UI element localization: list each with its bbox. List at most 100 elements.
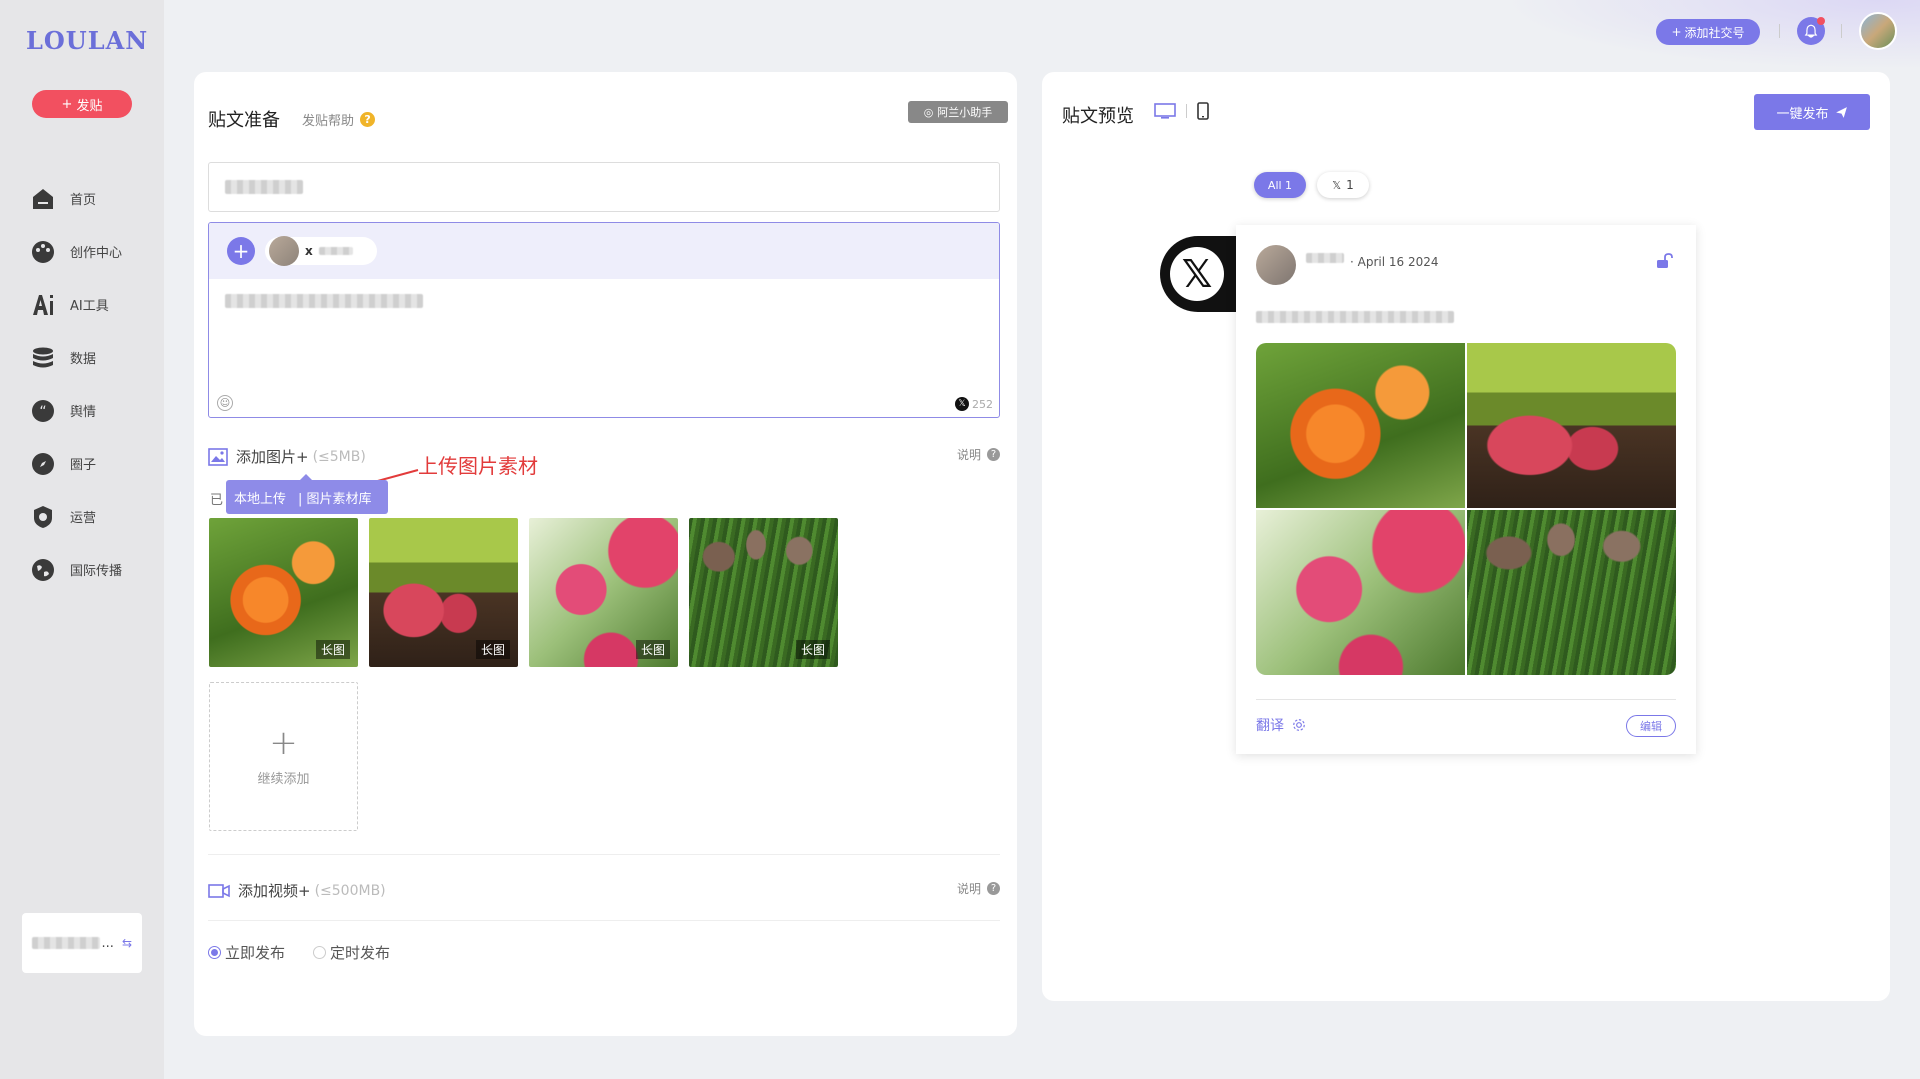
character-counter: 𝕏 252 xyxy=(955,397,993,411)
sidebar-item-label: 数据 xyxy=(70,352,97,367)
swap-icon[interactable]: ⇆ xyxy=(122,936,132,950)
preview-image-lily[interactable] xyxy=(1256,343,1465,508)
add-image-button[interactable]: 添加图片+ xyxy=(236,446,309,467)
plus-icon: + xyxy=(1671,25,1682,39)
database-icon xyxy=(30,345,56,371)
one-click-publish-button[interactable]: 一键发布 xyxy=(1754,94,1870,130)
add-account-button[interactable]: + xyxy=(227,237,255,265)
question-icon: ? xyxy=(987,448,1000,461)
sidebar-item-operations[interactable]: 运营 xyxy=(30,490,122,543)
add-more-label: 继续添加 xyxy=(257,772,310,787)
explain-label: 说明 xyxy=(956,882,981,896)
quote-icon: “ xyxy=(30,398,56,424)
send-icon xyxy=(1835,106,1847,118)
divider xyxy=(1186,104,1187,118)
image-thumbnail-carnation[interactable]: 长图 xyxy=(529,518,678,667)
notification-dot xyxy=(1817,17,1825,25)
sidebar-item-data[interactable]: 数据 xyxy=(30,331,122,384)
posting-help-link[interactable]: 发贴帮助 ? xyxy=(302,110,376,129)
selected-account-chip[interactable]: x xyxy=(265,236,377,266)
sidebar-item-international[interactable]: 国际传播 xyxy=(30,543,122,596)
local-upload-option[interactable]: 本地上传 xyxy=(234,488,286,507)
sidebar-item-label: 舆情 xyxy=(70,405,97,420)
post-editor[interactable]: + x ☺ 𝕏 252 xyxy=(208,222,1000,418)
long-image-badge: 长图 xyxy=(475,640,510,659)
preview-image-grid xyxy=(1256,343,1676,675)
mobile-view-icon[interactable] xyxy=(1197,102,1209,120)
compass-icon xyxy=(30,451,56,477)
plus-icon: + xyxy=(61,96,73,112)
scheduled-publish-label: 定时发布 xyxy=(330,944,391,962)
plus-icon: + xyxy=(269,723,298,763)
title-text-redacted xyxy=(225,180,303,194)
x-platform-icon: x xyxy=(305,244,313,258)
post-text-redacted xyxy=(1256,311,1454,323)
sidebar-item-circle[interactable]: 圈子 xyxy=(30,437,122,490)
publish-label: 一键发布 xyxy=(1776,106,1829,122)
notification-bell-icon[interactable] xyxy=(1797,17,1825,45)
divider xyxy=(208,854,1000,855)
panel-title: 贴文预览 xyxy=(1062,106,1134,127)
new-post-button[interactable]: + 发贴 xyxy=(32,90,132,118)
add-video-button[interactable]: 添加视频+ xyxy=(238,880,311,901)
emoji-icon[interactable]: ☺ xyxy=(217,395,233,411)
home-icon xyxy=(30,186,56,212)
radio-selected-icon xyxy=(208,946,221,959)
translate-button[interactable]: 翻译 xyxy=(1256,715,1306,735)
image-thumbnail-radish[interactable]: 长图 xyxy=(369,518,518,667)
x-logo-icon: 𝕏 xyxy=(1332,178,1342,192)
image-thumbnail-mushroom[interactable]: 长图 xyxy=(689,518,838,667)
publish-now-radio[interactable]: 立即发布 xyxy=(208,942,285,963)
chat-icon: ◎ xyxy=(923,105,934,119)
divider xyxy=(1841,24,1842,38)
ai-icon xyxy=(30,292,56,318)
sidebar-item-home[interactable]: 首页 xyxy=(30,172,122,225)
image-library-option[interactable]: | 图片素材库 xyxy=(298,488,372,507)
add-more-images-button[interactable]: + 继续添加 xyxy=(209,682,358,831)
uploaded-prefix: 已 xyxy=(210,493,224,508)
add-social-account-button[interactable]: + 添加社交号 xyxy=(1656,19,1760,45)
assistant-label: 阿兰小助手 xyxy=(937,106,993,119)
gear-icon[interactable] xyxy=(1292,718,1306,732)
sidebar-item-label: AI工具 xyxy=(70,299,109,314)
panel-title: 贴文准备 xyxy=(208,110,280,131)
video-explain-link[interactable]: 说明 ? xyxy=(957,880,1000,897)
sidebar-item-creation[interactable]: 创作中心 xyxy=(30,225,122,278)
filter-all-tab[interactable]: All 1 xyxy=(1254,172,1306,198)
account-name-redacted xyxy=(318,247,353,255)
explain-label: 说明 xyxy=(956,448,981,462)
preview-image-radish[interactable] xyxy=(1467,343,1676,508)
image-thumbnail-lily[interactable]: 长图 xyxy=(209,518,358,667)
post-text-redacted xyxy=(225,294,423,308)
image-size-limit: (≤5MB) xyxy=(312,448,366,465)
author-name-redacted xyxy=(1306,253,1344,263)
filter-x-tab[interactable]: 𝕏 1 xyxy=(1317,172,1369,198)
publish-now-label: 立即发布 xyxy=(225,944,286,962)
desktop-view-icon[interactable] xyxy=(1154,103,1176,119)
current-account-card[interactable]: ... ⇆ xyxy=(22,913,142,973)
sidebar-item-ai-tools[interactable]: AI工具 xyxy=(30,278,122,331)
post-date: · April 16 2024 xyxy=(1350,255,1439,269)
post-title-input[interactable] xyxy=(208,162,1000,212)
sidebar-item-sentiment[interactable]: “ 舆情 xyxy=(30,384,122,437)
svg-text:“: “ xyxy=(39,404,46,420)
assistant-button[interactable]: ◎ 阿兰小助手 xyxy=(908,101,1008,123)
edit-button[interactable]: 编辑 xyxy=(1626,715,1676,737)
user-avatar[interactable] xyxy=(1859,12,1897,50)
x-logo-icon: 𝕏 xyxy=(1170,247,1224,301)
long-image-badge: 长图 xyxy=(795,640,830,659)
avatar xyxy=(1256,245,1296,285)
preview-image-carnation[interactable] xyxy=(1256,510,1465,675)
unlock-icon[interactable] xyxy=(1656,253,1674,269)
sidebar-item-label: 运营 xyxy=(70,511,97,526)
image-icon xyxy=(208,447,228,466)
add-social-label: 添加社交号 xyxy=(1684,25,1745,40)
post-preparation-panel: 贴文准备 发贴帮助 ? ◎ 阿兰小助手 + x ☺ 𝕏 252 添加图片+ (≤… xyxy=(194,72,1017,1036)
annotation-upload-image: 上传图片素材 xyxy=(418,454,538,478)
preview-image-mushroom[interactable] xyxy=(1467,510,1676,675)
scheduled-publish-radio[interactable]: 定时发布 xyxy=(313,942,390,963)
image-explain-link[interactable]: 说明 ? xyxy=(957,446,1000,463)
divider xyxy=(208,920,1000,921)
post-text-area[interactable]: ☺ 𝕏 252 xyxy=(209,279,999,417)
publish-time-options: 立即发布 定时发布 xyxy=(208,942,390,963)
